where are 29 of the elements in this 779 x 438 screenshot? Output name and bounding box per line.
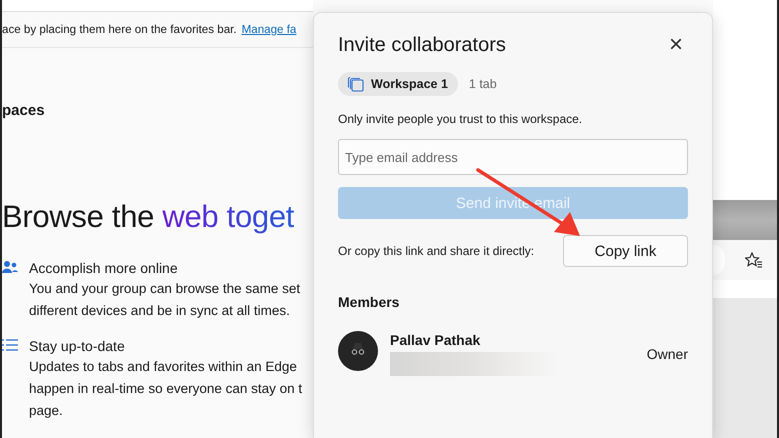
- manage-favorites-link[interactable]: Manage fa: [242, 23, 296, 36]
- people-icon: [2, 261, 18, 274]
- members-heading: Members: [338, 294, 400, 310]
- copy-link-prompt: Or copy this link and share it directly:: [338, 244, 534, 258]
- workspace-icon: [347, 76, 364, 92]
- trust-notice: Only invite people you trust to this workspace.: [338, 112, 584, 126]
- tab-count: 1 tab: [468, 77, 497, 91]
- member-name: Pallav Pathak: [390, 332, 482, 348]
- feature-description: happen in real-time so everyone can stay on t: [29, 380, 304, 398]
- favorites-star-icon[interactable]: [745, 252, 763, 268]
- address-field[interactable]: [713, 245, 725, 275]
- feature-title: Accomplish more online: [29, 259, 179, 277]
- copy-link-button[interactable]: Copy link: [563, 235, 688, 267]
- feature-title: Stay up-to-date: [29, 337, 126, 355]
- section-title: paces: [2, 102, 46, 119]
- favorites-bar-hint: ace by placing them here on the favorites bar.: [2, 23, 237, 36]
- email-field[interactable]: Type email address: [338, 139, 688, 175]
- member-role: Owner: [646, 346, 688, 362]
- feature-description: different devices and be in sync at all times.: [29, 302, 291, 320]
- feature-description: You and your group can browse the same set: [29, 280, 302, 298]
- dialog-title: Invite collaborators: [338, 34, 506, 56]
- feature-description: Updates to tabs and favorites within an Edge: [29, 358, 298, 376]
- workspace-chip: Workspace 1: [338, 72, 458, 96]
- headline: Browse the web toget: [2, 199, 296, 235]
- close-button[interactable]: ×: [664, 33, 688, 57]
- list-icon: [2, 339, 18, 352]
- feature-description: page.: [29, 402, 64, 420]
- avatar-icon: [338, 331, 378, 371]
- browser-tab-strip: [713, 200, 777, 240]
